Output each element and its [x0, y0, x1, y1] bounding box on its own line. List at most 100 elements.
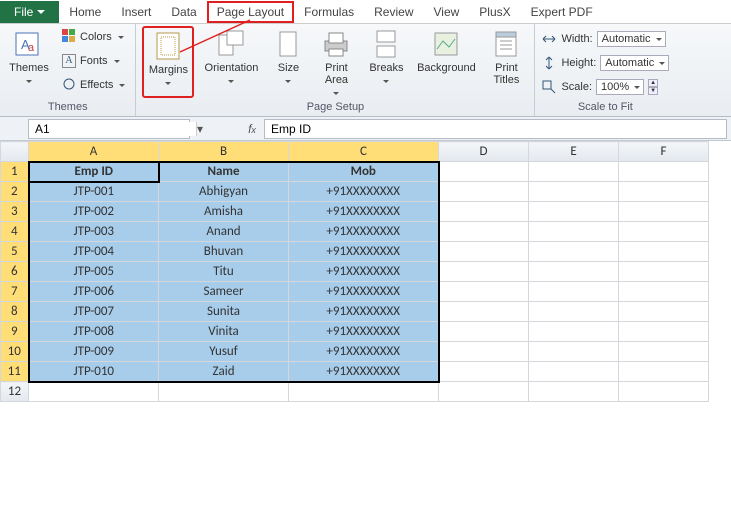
tab-review[interactable]: Review — [364, 1, 423, 23]
name-box-input[interactable] — [29, 122, 196, 136]
cell[interactable]: +91XXXXXXXX — [289, 242, 439, 262]
cell[interactable] — [439, 302, 529, 322]
cell[interactable]: Sameer — [159, 282, 289, 302]
cell[interactable]: JTP-006 — [29, 282, 159, 302]
cell[interactable]: +91XXXXXXXX — [289, 342, 439, 362]
tab-formulas[interactable]: Formulas — [294, 1, 364, 23]
row-header[interactable]: 5 — [1, 242, 29, 262]
margins-button[interactable]: Margins — [142, 26, 194, 98]
themes-button[interactable]: Aa Themes — [6, 26, 52, 98]
cell[interactable]: +91XXXXXXXX — [289, 302, 439, 322]
cell[interactable]: JTP-007 — [29, 302, 159, 322]
cell[interactable]: Vinita — [159, 322, 289, 342]
cell[interactable] — [619, 182, 709, 202]
tab-page-layout[interactable]: Page Layout — [207, 1, 294, 23]
cell[interactable] — [439, 262, 529, 282]
cell[interactable] — [529, 222, 619, 242]
cell[interactable] — [529, 262, 619, 282]
cell[interactable] — [619, 382, 709, 402]
col-header-C[interactable]: C — [289, 142, 439, 162]
row-header[interactable]: 12 — [1, 382, 29, 402]
cell[interactable]: +91XXXXXXXX — [289, 262, 439, 282]
height-dropdown[interactable]: Automatic — [600, 55, 669, 71]
name-box[interactable]: ▾ — [28, 119, 190, 139]
scale-input[interactable]: 100% — [596, 79, 644, 95]
colors-button[interactable]: Colors — [58, 26, 129, 48]
row-header[interactable]: 9 — [1, 322, 29, 342]
col-header-A[interactable]: A — [29, 142, 159, 162]
cell[interactable] — [529, 362, 619, 382]
cell[interactable] — [619, 342, 709, 362]
tab-view[interactable]: View — [424, 1, 470, 23]
cell[interactable] — [529, 282, 619, 302]
cell[interactable] — [529, 322, 619, 342]
tab-data[interactable]: Data — [161, 1, 206, 23]
cell[interactable] — [439, 382, 529, 402]
cell[interactable] — [439, 182, 529, 202]
cell[interactable]: JTP-003 — [29, 222, 159, 242]
worksheet-grid[interactable]: A B C D E F 1Emp IDNameMob2JTP-001Abhigy… — [0, 141, 731, 402]
fx-icon[interactable]: fx — [240, 122, 264, 136]
row-header[interactable]: 1 — [1, 162, 29, 182]
cell[interactable]: Bhuvan — [159, 242, 289, 262]
cell[interactable] — [439, 342, 529, 362]
breaks-button[interactable]: Breaks — [364, 26, 408, 98]
cell[interactable] — [529, 242, 619, 262]
cell[interactable] — [439, 322, 529, 342]
cell[interactable] — [529, 342, 619, 362]
tab-plusx[interactable]: PlusX — [469, 1, 520, 23]
col-header-E[interactable]: E — [529, 142, 619, 162]
tab-insert[interactable]: Insert — [111, 1, 161, 23]
cell[interactable] — [289, 382, 439, 402]
row-header[interactable]: 4 — [1, 222, 29, 242]
row-header[interactable]: 10 — [1, 342, 29, 362]
cell[interactable]: Anand — [159, 222, 289, 242]
chevron-down-icon[interactable]: ▾ — [196, 122, 203, 136]
cell[interactable] — [619, 282, 709, 302]
cell[interactable] — [439, 362, 529, 382]
formula-input[interactable] — [264, 119, 727, 139]
size-button[interactable]: Size — [268, 26, 308, 98]
print-area-button[interactable]: Print Area — [314, 26, 358, 98]
print-titles-button[interactable]: Print Titles — [484, 26, 528, 98]
cell[interactable] — [619, 202, 709, 222]
cell[interactable]: Mob — [289, 162, 439, 182]
cell[interactable] — [439, 282, 529, 302]
cell[interactable] — [619, 242, 709, 262]
cell[interactable]: JTP-010 — [29, 362, 159, 382]
orientation-button[interactable]: Orientation — [200, 26, 262, 98]
fonts-button[interactable]: A Fonts — [58, 50, 129, 72]
cell[interactable] — [439, 202, 529, 222]
cell[interactable] — [529, 162, 619, 182]
tab-expert-pdf[interactable]: Expert PDF — [521, 1, 603, 23]
cell[interactable] — [159, 382, 289, 402]
cell[interactable]: +91XXXXXXXX — [289, 282, 439, 302]
row-header[interactable]: 7 — [1, 282, 29, 302]
row-header[interactable]: 8 — [1, 302, 29, 322]
row-header[interactable]: 2 — [1, 182, 29, 202]
cell[interactable]: JTP-005 — [29, 262, 159, 282]
effects-button[interactable]: Effects — [58, 74, 129, 96]
row-header[interactable]: 11 — [1, 362, 29, 382]
cell[interactable]: JTP-001 — [29, 182, 159, 202]
cell[interactable] — [439, 222, 529, 242]
row-header[interactable]: 6 — [1, 262, 29, 282]
select-all-corner[interactable] — [1, 142, 29, 162]
cell[interactable]: Emp ID — [29, 162, 159, 182]
cell[interactable] — [529, 302, 619, 322]
cell[interactable]: JTP-002 — [29, 202, 159, 222]
tab-home[interactable]: Home — [59, 1, 111, 23]
col-header-F[interactable]: F — [619, 142, 709, 162]
cell[interactable]: Name — [159, 162, 289, 182]
cell[interactable]: Zaid — [159, 362, 289, 382]
col-header-D[interactable]: D — [439, 142, 529, 162]
cell[interactable] — [619, 222, 709, 242]
cell[interactable]: JTP-004 — [29, 242, 159, 262]
cell[interactable] — [529, 382, 619, 402]
cell[interactable] — [619, 322, 709, 342]
cell[interactable]: +91XXXXXXXX — [289, 182, 439, 202]
cell[interactable] — [29, 382, 159, 402]
cell[interactable]: Yusuf — [159, 342, 289, 362]
cell[interactable]: JTP-009 — [29, 342, 159, 362]
cell[interactable]: JTP-008 — [29, 322, 159, 342]
